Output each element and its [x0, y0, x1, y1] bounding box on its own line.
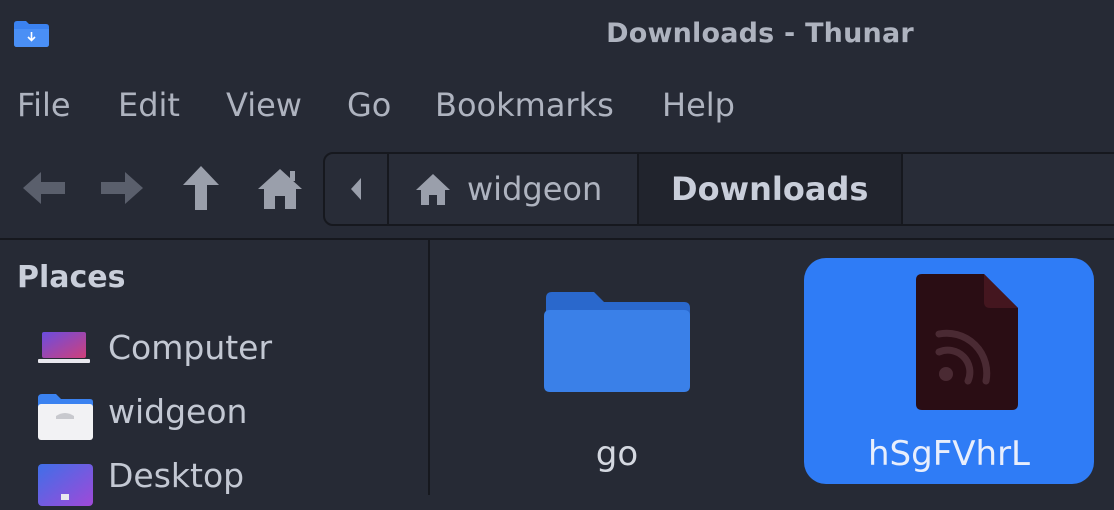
menu-help[interactable]: Help: [662, 86, 735, 124]
sidebar-item-computer[interactable]: Computer: [36, 322, 416, 382]
home-folder-icon: [38, 394, 93, 440]
window-title: Downloads - Thunar: [606, 18, 914, 49]
menu-file[interactable]: File: [17, 86, 71, 124]
menu-bookmarks[interactable]: Bookmarks: [435, 86, 614, 124]
chevron-left-icon: [351, 178, 361, 200]
desktop-icon: [38, 464, 93, 506]
forward-button[interactable]: [92, 156, 152, 220]
path-scroll-left-button[interactable]: [325, 154, 389, 224]
path-bar: widgeon Downloads: [323, 152, 1114, 226]
path-segment-label: widgeon: [467, 170, 603, 208]
menu-bar: File Edit View Go Bookmarks Help: [0, 80, 1114, 136]
parent-folder-button[interactable]: [171, 156, 231, 220]
path-segment-home[interactable]: widgeon: [389, 154, 639, 224]
arrow-up-icon: [183, 166, 219, 210]
sidebar-item-desktop[interactable]: Desktop: [36, 450, 416, 510]
file-item-hsgfvhrl[interactable]: hSgFVhrL: [804, 258, 1094, 484]
back-button[interactable]: [14, 156, 74, 220]
arrow-left-icon: [23, 172, 65, 204]
rss-file-icon: [916, 274, 1018, 410]
sidebar: Places Computer widgeon Desktop: [0, 240, 430, 506]
home-icon: [258, 169, 302, 209]
title-bar: Downloads - Thunar: [0, 0, 1114, 68]
menu-view[interactable]: View: [226, 86, 302, 124]
folder-icon: [544, 292, 690, 392]
file-item-go[interactable]: go: [472, 258, 762, 484]
downloads-folder-icon: [14, 21, 49, 47]
sidebar-item-widgeon[interactable]: widgeon: [36, 386, 416, 446]
sidebar-item-label: Desktop: [108, 456, 245, 495]
home-button[interactable]: [250, 156, 310, 220]
path-segment-label: Downloads: [671, 170, 869, 208]
arrow-right-icon: [101, 172, 143, 204]
file-name: go: [595, 434, 639, 474]
file-view: go hSgFVhrL: [432, 240, 1114, 495]
computer-icon: [38, 332, 90, 363]
sidebar-item-label: Computer: [108, 328, 273, 367]
file-name: hSgFVhrL: [868, 434, 1030, 474]
home-icon: [416, 174, 450, 205]
toolbar: widgeon Downloads: [0, 146, 1114, 234]
menu-go[interactable]: Go: [347, 86, 391, 124]
path-segment-downloads[interactable]: Downloads: [639, 154, 903, 224]
places-heading: Places: [17, 260, 126, 295]
sidebar-item-label: widgeon: [108, 392, 248, 431]
menu-edit[interactable]: Edit: [118, 86, 180, 124]
